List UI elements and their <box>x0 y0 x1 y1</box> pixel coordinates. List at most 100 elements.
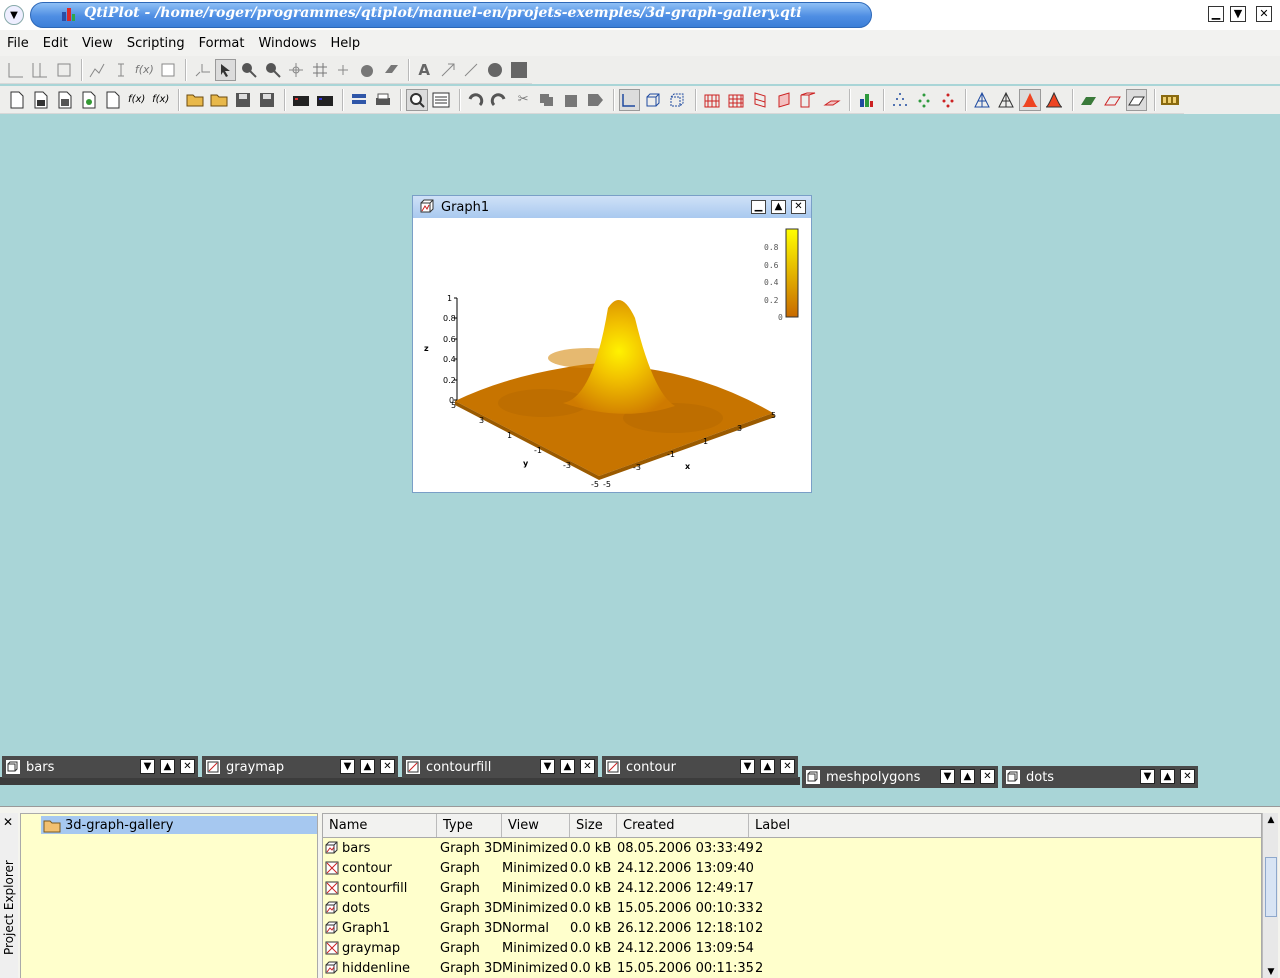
project-explorer-icon[interactable] <box>406 88 428 111</box>
column-header-label[interactable]: Label <box>749 814 1259 837</box>
cut-icon[interactable]: ✂ <box>513 89 534 111</box>
close-button[interactable]: ✕ <box>980 769 995 784</box>
table-row[interactable]: Graph1 Graph 3D Normal 0.0 kB 26.12.2006 12:… <box>323 918 1261 938</box>
graph-minimize-button[interactable]: ▁ <box>751 200 766 214</box>
grid-ceil-icon[interactable] <box>797 89 818 111</box>
grid-left-icon[interactable] <box>749 89 770 111</box>
maximize-button[interactable]: ▲ <box>360 759 375 774</box>
undo-icon[interactable] <box>465 89 486 111</box>
close-window-button[interactable]: ✕ <box>1256 6 1272 22</box>
table-row[interactable]: contour Graph Minimized 0.0 kB 24.12.2006 13… <box>323 858 1261 878</box>
save-project-icon[interactable] <box>232 89 253 111</box>
maximize-button[interactable]: ▲ <box>760 759 775 774</box>
box-frame-icon[interactable] <box>643 89 664 111</box>
cones-plot-icon[interactable] <box>937 89 958 111</box>
graph-window[interactable]: Graph1 ▁ ▲ ✕ 1 0.8 0.6 0.4 0.2 0 z 5 3 1… <box>412 195 812 493</box>
zoom-in-icon[interactable] <box>239 59 260 81</box>
redo-icon[interactable] <box>489 89 510 111</box>
floor-isolines-icon[interactable] <box>1102 89 1123 111</box>
maximize-window-button[interactable]: ▼ <box>1230 6 1246 22</box>
import-ascii-icon[interactable] <box>290 89 311 111</box>
animate-icon[interactable] <box>1160 89 1181 111</box>
grid-front-icon[interactable] <box>725 89 746 111</box>
minimized-window-meshpolygons[interactable]: meshpolygons ▼ ▲ ✕ <box>802 766 998 788</box>
maximize-button[interactable]: ▲ <box>1160 769 1175 784</box>
menu-windows[interactable]: Windows <box>258 36 316 51</box>
plot-wizard-icon[interactable] <box>87 59 108 81</box>
table-row[interactable]: contourfill Graph Minimized 0.0 kB 24.12.200… <box>323 878 1261 898</box>
select-data-icon[interactable] <box>191 59 212 81</box>
wireframe-icon[interactable] <box>971 89 992 111</box>
zoom-out-icon[interactable] <box>262 59 283 81</box>
graph-close-button[interactable]: ✕ <box>791 200 806 214</box>
surface-plot[interactable]: 1 0.8 0.6 0.4 0.2 0 z 5 3 1 -1 -3 -5 y -… <box>413 218 811 492</box>
close-button[interactable]: ✕ <box>380 759 395 774</box>
window-list-scrollbar[interactable]: ▲ ▼ <box>1262 813 1278 978</box>
floor-data-icon[interactable] <box>1078 89 1099 111</box>
close-explorer-icon[interactable]: ✕ <box>3 815 13 829</box>
minimized-window-contour[interactable]: contour ▼ ▲ ✕ <box>602 756 798 778</box>
mesh-polygons-icon[interactable] <box>1044 89 1065 111</box>
window-menu-button[interactable]: ▼ <box>4 5 24 25</box>
restore-down-button[interactable]: ▼ <box>740 759 755 774</box>
close-button[interactable]: ✕ <box>580 759 595 774</box>
no-frame-icon[interactable] <box>667 89 688 111</box>
table-row[interactable]: dots Graph 3D Minimized 0.0 kB 15.05.2006 00… <box>323 898 1261 918</box>
project-explorer-dock-handle[interactable]: ✕ Project Explorer <box>0 813 18 978</box>
hidden-line-icon[interactable] <box>995 89 1016 111</box>
scroll-down-icon[interactable]: ▼ <box>1263 965 1279 978</box>
maximize-button[interactable]: ▲ <box>960 769 975 784</box>
minimized-window-graymap[interactable]: graymap ▼ ▲ ✕ <box>202 756 398 778</box>
results-log-icon[interactable] <box>431 89 452 111</box>
polygons-icon[interactable] <box>1019 88 1041 111</box>
minimize-window-button[interactable]: ▁ <box>1208 6 1224 22</box>
grid-icon[interactable] <box>309 59 330 81</box>
grid-floor-icon[interactable] <box>821 89 842 111</box>
text-box-icon[interactable] <box>158 59 179 81</box>
add-layer-icon[interactable] <box>6 59 27 81</box>
bars-plot-icon[interactable] <box>855 89 876 111</box>
restore-down-button[interactable]: ▼ <box>1140 769 1155 784</box>
data-reader-icon[interactable] <box>333 59 354 81</box>
close-button[interactable]: ✕ <box>1180 769 1195 784</box>
paste-icon[interactable] <box>561 89 582 111</box>
new-graph-icon[interactable] <box>102 89 123 111</box>
restore-down-button[interactable]: ▼ <box>340 759 355 774</box>
window-list[interactable]: Name Type View Size Created Label bars Gr… <box>322 813 1262 978</box>
delete-icon[interactable] <box>585 89 606 111</box>
grid-right-icon[interactable] <box>773 89 794 111</box>
scroll-up-icon[interactable]: ▲ <box>1263 813 1279 827</box>
empty-floor-icon[interactable] <box>1125 88 1147 111</box>
menu-help[interactable]: Help <box>330 36 360 51</box>
rectangle-icon[interactable] <box>508 59 529 81</box>
column-header-size[interactable]: Size <box>570 814 617 837</box>
folder-tree[interactable]: 3d-graph-gallery <box>20 813 318 978</box>
menu-view[interactable]: View <box>82 36 113 51</box>
line-icon[interactable] <box>461 59 482 81</box>
column-header-type[interactable]: Type <box>437 814 502 837</box>
menu-file[interactable]: File <box>7 36 29 51</box>
save-as-icon[interactable] <box>256 89 277 111</box>
new-project-icon[interactable] <box>6 89 27 111</box>
print-icon[interactable] <box>372 89 393 111</box>
column-header-name[interactable]: Name <box>323 814 437 837</box>
folder-node[interactable]: 3d-graph-gallery <box>41 816 317 834</box>
export-icon[interactable] <box>348 89 369 111</box>
column-header-view[interactable]: View <box>502 814 570 837</box>
graph-window-titlebar[interactable]: Graph1 ▁ ▲ ✕ <box>413 196 811 218</box>
import-image-icon[interactable] <box>314 89 335 111</box>
table-row[interactable]: bars Graph 3D Minimized 0.0 kB 08.05.2006 03… <box>323 838 1261 858</box>
table-row[interactable]: graymap Graph Minimized 0.0 kB 24.12.2006 13… <box>323 938 1261 958</box>
new-table-icon[interactable] <box>30 89 51 111</box>
hand-icon[interactable] <box>357 59 378 81</box>
circle-icon[interactable] <box>485 59 506 81</box>
maximize-button[interactable]: ▲ <box>160 759 175 774</box>
restore-down-button[interactable]: ▼ <box>140 759 155 774</box>
restore-down-button[interactable]: ▼ <box>540 759 555 774</box>
scrollbar-thumb[interactable] <box>1265 857 1277 917</box>
menu-edit[interactable]: Edit <box>43 36 68 51</box>
points-plot-icon[interactable] <box>889 89 910 111</box>
column-header-created[interactable]: Created <box>617 814 749 837</box>
new-surface-icon[interactable]: f(x) <box>150 89 171 111</box>
minimized-window-bars[interactable]: bars ▼ ▲ ✕ <box>2 756 198 778</box>
